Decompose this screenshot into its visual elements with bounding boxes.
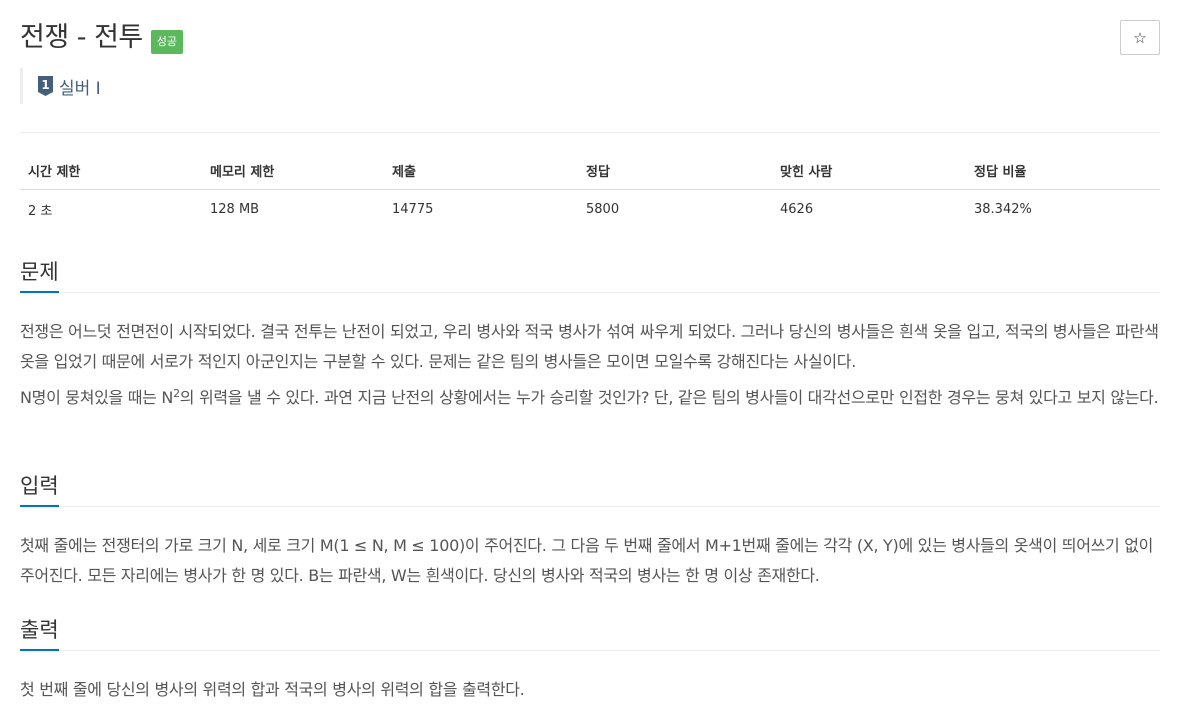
info-header-row: 시간 제한 메모리 제한 제출 정답 맞힌 사람 정답 비율	[20, 152, 1160, 190]
section-description: 문제 전쟁은 어느덧 전면전이 시작되었다. 결국 전투는 난전이 되었고, 우…	[20, 252, 1160, 413]
section-head: 출력	[20, 610, 1160, 651]
description-paragraph-2: N명이 뭉쳐있을 때는 N2의 위력을 낼 수 있다. 과연 지금 난전의 상황…	[20, 383, 1160, 413]
value-submissions[interactable]: 14775	[384, 190, 578, 230]
section-output: 출력 첫 번째 줄에 당신의 병사의 위력의 합과 적국의 병사의 위력의 합을…	[20, 610, 1160, 705]
star-button[interactable]: ☆	[1120, 20, 1160, 55]
description-p2-start: N명이 뭉쳐있을 때는 N	[20, 388, 174, 407]
value-accepted: 5800	[586, 202, 620, 217]
header-solved-users: 맞힌 사람	[772, 152, 966, 190]
section-head: 입력	[20, 466, 1160, 507]
tier-level: 1	[41, 78, 49, 92]
description-paragraph-1: 전쟁은 어느덧 전면전이 시작되었다. 결국 전투는 난전이 되었고, 우리 병…	[20, 322, 1159, 371]
page-title: 전쟁 - 전투	[20, 22, 143, 53]
value-memory-limit: 128 MB	[210, 202, 260, 217]
header-accept-ratio: 정답 비율	[966, 152, 1160, 190]
problem-info-table: 시간 제한 메모리 제한 제출 정답 맞힌 사람 정답 비율 2 초 128 M…	[20, 152, 1160, 229]
divider	[20, 132, 1160, 133]
header-accepted: 정답	[578, 152, 772, 190]
value-accept-ratio: 38.342%	[974, 202, 1032, 217]
section-title-output: 출력	[20, 612, 59, 651]
section-title-description: 문제	[20, 254, 59, 293]
tier-box: 1 실버 I	[20, 68, 101, 104]
star-icon: ☆	[1133, 28, 1147, 47]
value-solved-users[interactable]: 4626	[772, 190, 966, 230]
problem-page: 전쟁 - 전투 성공 ☆ 1 실버 I 시간 제한 메모리 제한 제출 정답 맞…	[0, 0, 1198, 718]
section-input: 입력 첫째 줄에는 전쟁터의 가로 크기 N, 세로 크기 M(1 ≤ N, M…	[20, 466, 1160, 591]
output-paragraph: 첫 번째 줄에 당신의 병사의 위력의 합과 적국의 병사의 위력의 합을 출력…	[20, 680, 525, 699]
value-time-limit: 2 초	[28, 204, 53, 219]
section-head: 문제	[20, 252, 1160, 293]
input-paragraph: 첫째 줄에는 전쟁터의 가로 크기 N, 세로 크기 M(1 ≤ N, M ≤ …	[20, 536, 1154, 585]
header-time-limit: 시간 제한	[20, 152, 202, 190]
header-memory-limit: 메모리 제한	[202, 152, 384, 190]
description-p2-end: 의 위력을 낼 수 있다. 과연 지금 난전의 상황에서는 누가 승리할 것인가…	[179, 388, 1159, 407]
info-value-row: 2 초 128 MB 14775 5800 4626 38.342%	[20, 190, 1160, 230]
tier-badge-icon: 1	[38, 76, 53, 96]
tier-label[interactable]: 실버 I	[59, 74, 101, 99]
section-title-input: 입력	[20, 468, 59, 507]
title-row: 전쟁 - 전투 성공	[20, 20, 184, 56]
status-badge: 성공	[150, 30, 184, 54]
header-submissions: 제출	[384, 152, 578, 190]
superscript-exponent: 2	[173, 387, 180, 400]
